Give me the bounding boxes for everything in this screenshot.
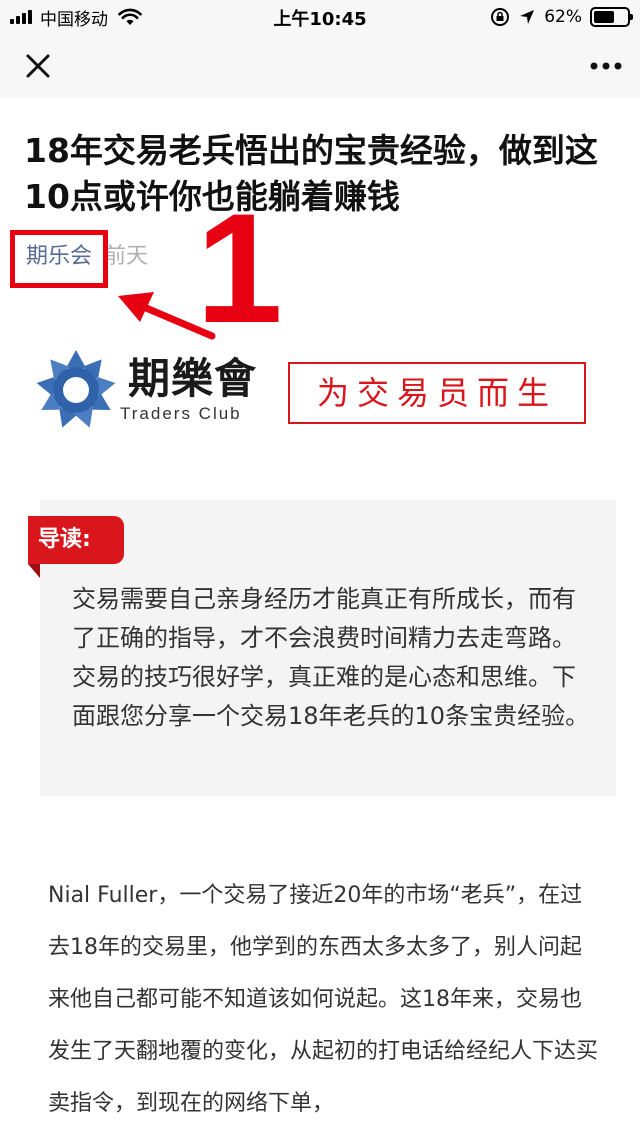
logo-chinese-name: 期樂會 [128, 354, 258, 403]
carrier-name: 中国移动 [40, 9, 108, 30]
slogan-box: 为交易员而生 [288, 362, 586, 424]
rotation-lock-icon [491, 8, 510, 26]
intro-tag-fold [28, 564, 40, 578]
traders-club-logo-icon [36, 350, 116, 428]
status-left: 中国移动 [10, 6, 142, 30]
logo-english-name: Traders Club [120, 404, 242, 423]
wifi-icon [118, 8, 142, 25]
annotation-box [10, 230, 108, 288]
battery-fill [594, 11, 614, 23]
status-bar: 中国移动 上午10:45 62% [0, 0, 640, 34]
intro-text: 交易需要自己亲身经历才能真正有所成长，而有了正确的指导，才不会浪费时间精力去走弯… [72, 585, 590, 730]
nav-bar [0, 34, 640, 98]
body-paragraph: Nial Fuller，一个交易了接近20年的市场“老兵”，在过去18年的交易里… [48, 883, 599, 1116]
location-icon [520, 10, 535, 24]
article-title: 18年交易老兵悟出的宝贵经验，做到这10点或许你也能躺着赚钱 [24, 131, 598, 216]
battery-icon [590, 7, 633, 27]
annotation-arrow-icon [118, 292, 216, 340]
signal-icon [10, 10, 32, 24]
publish-date: 前天 [104, 244, 149, 269]
status-right: 62% [490, 6, 633, 28]
intro-tag: 导读: [28, 516, 124, 564]
close-icon[interactable] [20, 48, 56, 84]
more-dots-icon[interactable] [586, 52, 626, 80]
battery-percent: 62% [544, 7, 582, 27]
